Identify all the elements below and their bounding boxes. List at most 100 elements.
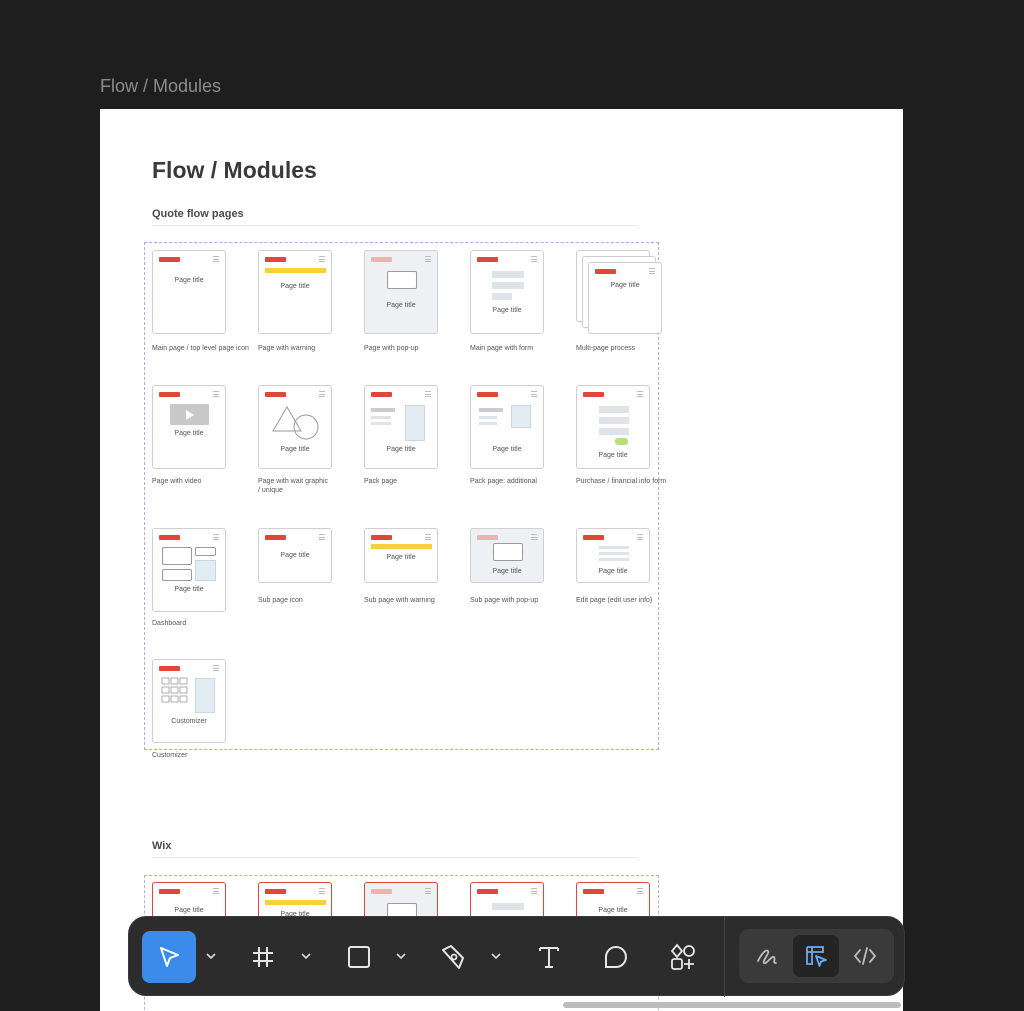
tile-title: Page title bbox=[610, 282, 640, 289]
section-heading-quote-flow: Quote flow pages bbox=[152, 208, 244, 220]
chevron-down-icon bbox=[396, 953, 406, 959]
frame-tool-dropdown[interactable] bbox=[299, 949, 313, 963]
tile-title: Page title bbox=[174, 277, 204, 284]
frame-label[interactable]: Flow / Modules bbox=[100, 76, 221, 97]
page-tile[interactable]: Page title bbox=[364, 250, 438, 334]
tile-label: Page with video bbox=[152, 478, 202, 485]
menu-icon bbox=[531, 256, 537, 262]
actions-tool-button[interactable] bbox=[656, 931, 710, 983]
dev-mode-button[interactable] bbox=[842, 935, 888, 977]
chevron-down-icon bbox=[491, 953, 501, 959]
page-tile[interactable]: Page title bbox=[258, 528, 332, 583]
tile-title: Page title bbox=[386, 446, 416, 453]
menu-icon bbox=[213, 888, 219, 894]
page-tile[interactable]: Page title bbox=[152, 385, 226, 469]
menu-icon bbox=[531, 534, 537, 540]
pen-tool-button[interactable] bbox=[427, 931, 481, 983]
design-mode-button[interactable] bbox=[793, 935, 839, 977]
pen-tool-dropdown[interactable] bbox=[489, 949, 503, 963]
page-tile[interactable]: Page title bbox=[152, 250, 226, 334]
grid-icon bbox=[161, 677, 188, 703]
board-frame[interactable]: Flow / Modules Quote flow pages Page tit… bbox=[100, 109, 903, 1011]
tile-label: Page with warning bbox=[258, 345, 316, 352]
mode-switcher bbox=[739, 929, 894, 983]
toolbar-separator bbox=[724, 917, 725, 997]
shapes-plus-icon bbox=[670, 943, 695, 970]
page-tile[interactable]: Page title bbox=[364, 528, 438, 583]
tile-title: Page title bbox=[174, 586, 204, 593]
play-icon bbox=[186, 410, 194, 420]
tile-title: Page title bbox=[280, 283, 310, 290]
tile-title: Page title bbox=[598, 452, 628, 459]
horizontal-scrollbar[interactable] bbox=[563, 1002, 901, 1008]
shape-tool-dropdown[interactable] bbox=[394, 949, 408, 963]
tile-label: Page with pop-up bbox=[364, 345, 419, 352]
text-icon bbox=[539, 947, 559, 968]
tile-title: Page title bbox=[492, 568, 522, 575]
bottom-toolbar bbox=[128, 916, 905, 997]
video-thumbnail bbox=[170, 404, 209, 425]
menu-icon bbox=[213, 665, 219, 671]
menu-icon bbox=[425, 391, 431, 397]
frame-tool-button[interactable] bbox=[236, 931, 290, 983]
tile-label: Page with wait graphic / unique bbox=[258, 478, 329, 494]
menu-icon bbox=[213, 534, 219, 540]
design-cursor-icon bbox=[806, 946, 827, 967]
warning-bar bbox=[265, 900, 326, 905]
menu-icon bbox=[531, 391, 537, 397]
page-tile[interactable]: Customizer bbox=[152, 659, 226, 743]
page-tile[interactable]: Page title bbox=[576, 528, 650, 583]
warning-bar bbox=[265, 268, 326, 273]
menu-icon bbox=[319, 888, 325, 894]
move-tool-button[interactable] bbox=[142, 931, 196, 983]
popup-box bbox=[493, 543, 523, 561]
warning-bar bbox=[371, 544, 432, 549]
menu-icon bbox=[637, 391, 643, 397]
menu-icon bbox=[425, 256, 431, 262]
page-tile[interactable]: Page title bbox=[470, 385, 544, 469]
tile-title: Page title bbox=[598, 907, 628, 914]
comment-tool-button[interactable] bbox=[589, 931, 643, 983]
stacked-page-tiles[interactable]: Page title bbox=[576, 250, 662, 336]
menu-icon bbox=[319, 534, 325, 540]
tile-title: Page title bbox=[492, 307, 522, 314]
page-tile[interactable]: Page title bbox=[258, 385, 332, 469]
section-heading-wix: Wix bbox=[152, 840, 172, 852]
shape-tool-button[interactable] bbox=[332, 931, 386, 983]
tile-label: Pack page: additional bbox=[470, 478, 537, 485]
pen-nib-icon bbox=[442, 945, 464, 969]
menu-icon bbox=[425, 534, 431, 540]
scribble-icon bbox=[757, 949, 777, 965]
page-tile[interactable]: Page title bbox=[152, 528, 226, 612]
section-divider bbox=[152, 225, 638, 226]
menu-icon bbox=[319, 391, 325, 397]
triangle-circle-icon bbox=[272, 406, 319, 440]
draw-mode-button[interactable] bbox=[744, 935, 790, 977]
text-tool-button[interactable] bbox=[522, 931, 576, 983]
cursor-arrow-icon bbox=[160, 947, 179, 967]
page-tile[interactable]: Page title bbox=[470, 528, 544, 583]
tile-title: Page title bbox=[174, 907, 204, 914]
popup-box bbox=[387, 271, 417, 289]
move-tool-dropdown[interactable] bbox=[204, 949, 218, 963]
tile-label: Multi-page process bbox=[576, 345, 636, 352]
menu-icon bbox=[531, 888, 537, 894]
page-tile[interactable]: Page title bbox=[364, 385, 438, 469]
menu-icon bbox=[213, 256, 219, 262]
menu-icon bbox=[319, 256, 325, 262]
menu-icon bbox=[649, 268, 655, 274]
page-tile[interactable]: Page title bbox=[576, 385, 650, 469]
rectangle-icon bbox=[348, 946, 370, 968]
code-brackets-icon bbox=[853, 947, 877, 965]
menu-icon bbox=[637, 534, 643, 540]
board-title: Flow / Modules bbox=[152, 157, 317, 183]
tile-title: Page title bbox=[386, 554, 416, 561]
tile-label: Pack page bbox=[364, 478, 398, 485]
page-tile[interactable]: Page title bbox=[470, 250, 544, 334]
chevron-down-icon bbox=[301, 953, 311, 959]
page-tile[interactable]: Page title bbox=[258, 250, 332, 334]
tile-title: Page title bbox=[280, 446, 310, 453]
tile-title: Page title bbox=[598, 568, 628, 575]
canvas[interactable]: Flow / Modules Flow / Modules Quote flow… bbox=[0, 0, 1024, 1011]
tile-title: Page title bbox=[492, 446, 522, 453]
